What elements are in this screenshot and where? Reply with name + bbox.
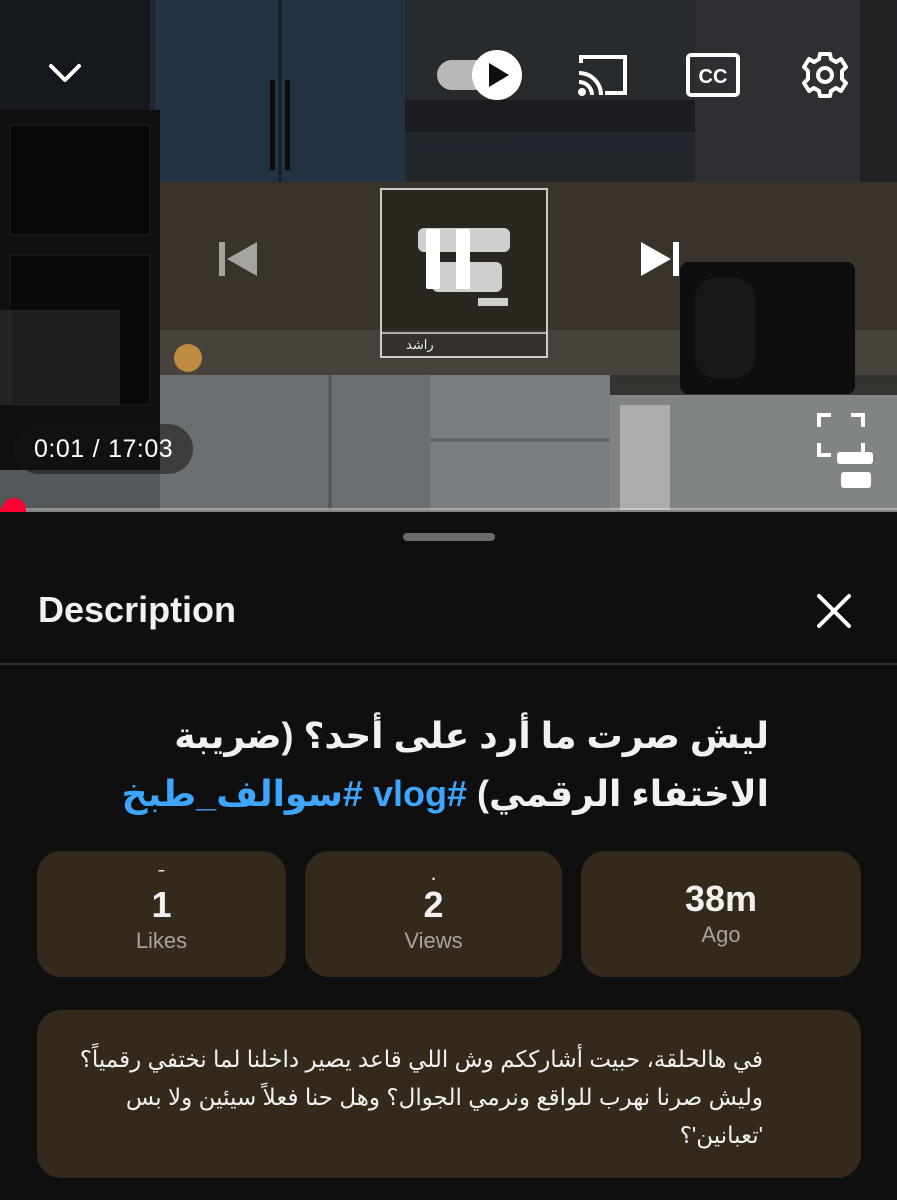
chevron-down-icon[interactable]	[40, 48, 90, 98]
upload-age-stat: 38m Ago	[581, 851, 861, 977]
skip-next-icon[interactable]	[636, 236, 686, 282]
autoplay-toggle-icon	[437, 50, 522, 100]
hashtag-link[interactable]: #سوالف_طبخ	[122, 773, 363, 814]
watermark-channel-name: راشد	[382, 332, 546, 356]
time-separator: /	[92, 434, 101, 463]
progress-bar[interactable]	[0, 498, 897, 512]
close-button[interactable]	[814, 591, 854, 631]
closed-captions-icon[interactable]: CC	[686, 52, 740, 98]
close-icon	[817, 594, 851, 628]
views-count: 2	[423, 884, 444, 925]
pause-icon[interactable]	[418, 224, 478, 294]
corner-channel-logo	[837, 452, 873, 488]
views-stat: · 2 Views	[305, 851, 562, 977]
gear-icon[interactable]	[800, 50, 850, 100]
likes-label: Likes	[135, 928, 188, 953]
cast-icon[interactable]	[575, 50, 631, 100]
panel-title: Description	[38, 589, 237, 630]
hashtag-link[interactable]: #vlog	[373, 773, 467, 814]
video-player[interactable]: راشد CC 0:01 / 17:03	[0, 0, 897, 512]
likes-count: 1	[151, 884, 172, 925]
video-stats: ˉ 1 Likes · 2 Views 38m Ago	[37, 851, 861, 977]
description-panel: Description ليش صرت ما أرد على أحد؟ (ضري…	[0, 515, 897, 1200]
views-label: Views	[404, 928, 463, 953]
total-duration: 17:03	[108, 434, 174, 463]
drag-handle[interactable]	[403, 533, 495, 541]
video-title: ليش صرت ما أرد على أحد؟ (ضريبة الاختفاء …	[38, 707, 769, 823]
description-text-box[interactable]: في هالحلقة، حبيت أشارككم وش اللي قاعد يص…	[37, 1010, 861, 1178]
description-text: في هالحلقة، حبيت أشارككم وش اللي قاعد يص…	[79, 1046, 763, 1148]
skip-previous-icon[interactable]	[212, 236, 262, 282]
autoplay-toggle[interactable]	[435, 48, 523, 102]
upload-age-value: 38m	[684, 878, 758, 919]
upload-age-label: Ago	[701, 922, 741, 947]
divider	[0, 663, 897, 665]
likes-stat: ˉ 1 Likes	[37, 851, 286, 977]
current-time: 0:01	[34, 434, 85, 463]
svg-text:CC: CC	[699, 66, 728, 88]
playback-time: 0:01 / 17:03	[14, 424, 194, 474]
